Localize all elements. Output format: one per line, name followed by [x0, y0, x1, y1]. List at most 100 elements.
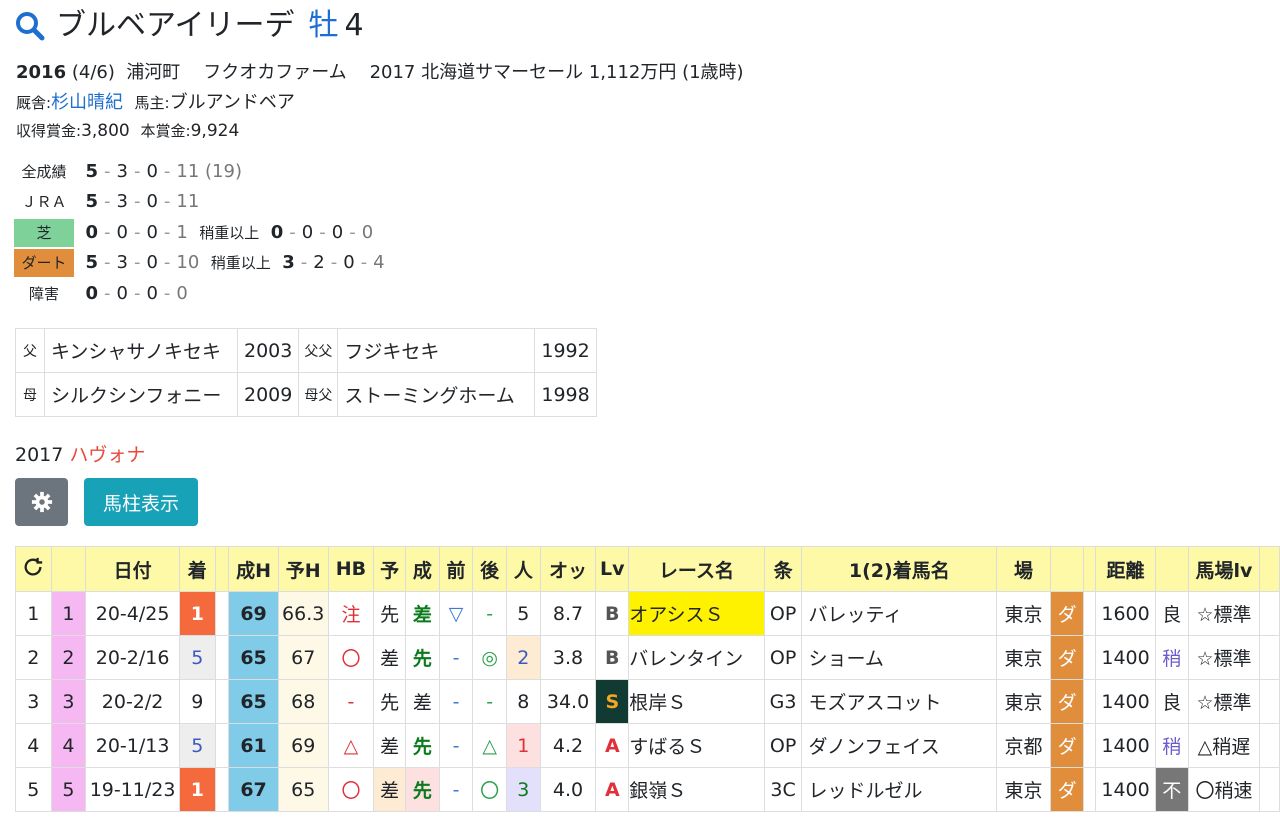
cell-wk: 4 — [50, 723, 87, 768]
cell-ato: ◎ — [472, 635, 508, 680]
cell-winner[interactable]: レッドルゼル — [801, 767, 998, 812]
dam-sire-name: ストーミングホーム — [337, 372, 536, 417]
cell-spacer — [1259, 635, 1280, 680]
cell-race[interactable]: 根岸Ｓ — [628, 679, 765, 724]
cell-yo: 差 — [373, 635, 406, 680]
record-other: 11 — [176, 161, 200, 182]
column-header[interactable]: Lv — [595, 546, 630, 592]
cell-rank: 9 — [179, 679, 216, 724]
region: 浦河町 — [126, 62, 181, 83]
reload-icon[interactable] — [22, 556, 44, 578]
column-header[interactable]: 着 — [179, 546, 216, 592]
cell-going: 良 — [1154, 591, 1189, 636]
column-header[interactable]: 予 — [373, 546, 406, 592]
progeny-name[interactable]: ハヴォナ — [69, 444, 145, 466]
column-header[interactable] — [1154, 546, 1189, 592]
record-second: 0 — [116, 222, 128, 243]
cell-spacer — [214, 767, 230, 812]
cell-ato: 〇 — [472, 767, 508, 812]
reload-header[interactable] — [15, 546, 52, 592]
cell-hb: 〇 — [327, 767, 375, 812]
cell-spacer — [1083, 679, 1097, 724]
cell-winner[interactable]: モズアスコット — [801, 679, 998, 724]
column-header[interactable]: 場 — [996, 546, 1051, 592]
cell-yo: 差 — [373, 723, 406, 768]
cell-dist: 1400 — [1095, 723, 1156, 768]
owner-label: 馬主: — [134, 94, 170, 112]
cell-surf: ダ — [1049, 591, 1085, 636]
record-other: 1 — [176, 222, 188, 243]
column-header[interactable]: オッ — [539, 546, 597, 592]
cell-spacer — [1259, 767, 1280, 812]
column-header[interactable]: HB — [327, 546, 375, 592]
horse-sex: 牡 — [308, 8, 339, 43]
cell-sh: 65 — [228, 679, 279, 724]
column-header[interactable]: 成H — [228, 546, 279, 592]
record-row: 全成績 5-3-0-11 (19) — [14, 158, 242, 186]
cell-race[interactable]: オアシスＳ — [628, 591, 765, 636]
column-header[interactable]: レース名 — [628, 546, 765, 592]
column-header[interactable]: 馬場lv — [1187, 546, 1261, 592]
cell-sei: 先 — [405, 723, 440, 768]
cell-spacer — [1083, 591, 1097, 636]
table-row[interactable]: 5 5 19-11/23 1 67 65 〇差先 - 〇 3 4.0 A 銀嶺Ｓ 3C レッドルゼル 東京ダ 1… — [15, 767, 1280, 812]
cell-race[interactable]: バレンタイン — [628, 635, 765, 680]
column-header[interactable] — [1049, 546, 1085, 592]
cell-pop: 3 — [506, 767, 541, 812]
column-header[interactable]: 距離 — [1095, 546, 1156, 592]
cell-odds: 4.0 — [539, 767, 597, 812]
column-header[interactable]: 日付 — [85, 546, 180, 592]
column-header[interactable]: 後 — [472, 546, 508, 592]
record-label: 芝 — [14, 219, 74, 247]
column-header[interactable] — [50, 546, 87, 592]
cell-rank: 5 — [179, 723, 216, 768]
cell-race[interactable]: すばるＳ — [628, 723, 765, 768]
column-header[interactable]: 成 — [405, 546, 440, 592]
heavy-other: 0 — [361, 222, 374, 243]
cell-cls: OP — [763, 635, 803, 680]
cell-hb: - — [327, 679, 375, 724]
cell-lv: A — [595, 767, 630, 812]
cell-spacer — [1259, 591, 1280, 636]
column-header[interactable]: 予H — [277, 546, 329, 592]
cell-surf: ダ — [1049, 635, 1085, 680]
column-header[interactable]: 人 — [506, 546, 541, 592]
cell-mae: - — [438, 679, 474, 724]
cell-yh: 69 — [277, 723, 329, 768]
cell-date: 20-1/13 — [85, 723, 180, 768]
cell-winner[interactable]: ショーム — [801, 635, 998, 680]
dam-key: 母 — [15, 372, 45, 417]
cell-date: 19-11/23 — [85, 767, 180, 812]
cell-cls: G3 — [763, 679, 803, 724]
cell-race[interactable]: 銀嶺Ｓ — [628, 767, 765, 812]
cell-yh: 65 — [277, 767, 329, 812]
column-header[interactable]: 1(2)着馬名 — [801, 546, 998, 592]
table-header-row: 日付着成H 予H HB 予成前後人オッ Lv レース名条 1(2)着馬名場距離 馬場lv — [15, 546, 1280, 592]
record-second: 3 — [116, 161, 128, 182]
cell-date: 20-4/25 — [85, 591, 180, 636]
table-row[interactable]: 1 1 20-4/25 1 69 66.3 注先差 ▽ -5 8.7 B オアシスＳ OP バレッティ 東京… — [15, 591, 1280, 636]
cell-hb: 注 — [327, 591, 375, 636]
progeny-year: 2017 — [15, 444, 64, 466]
cell-winner[interactable]: バレッティ — [801, 591, 998, 636]
trainer-link[interactable]: 杉山晴紀 — [51, 92, 123, 113]
cell-venue: 東京 — [996, 767, 1051, 812]
column-header[interactable] — [214, 546, 230, 592]
table-row[interactable]: 4 4 20-1/13 5 61 69 △ 差先 - △ 1 4.2 A すばるＳ OP ダノンフェイス 京都ダ… — [15, 723, 1280, 768]
table-row[interactable]: 3 3 20-2/2 9 65 68- 先差 - -8 34.0 S 根岸Ｓ G3 モズアスコット 東京ダ 1… — [15, 679, 1280, 724]
column-view-button[interactable]: 馬柱表示 — [84, 478, 198, 526]
settings-button[interactable] — [15, 478, 68, 526]
cell-pop: 2 — [506, 635, 541, 680]
cell-winner[interactable]: ダノンフェイス — [801, 723, 998, 768]
column-header[interactable]: 条 — [763, 546, 803, 592]
column-header[interactable] — [1083, 546, 1097, 592]
cell-yh: 68 — [277, 679, 329, 724]
cell-sei: 差 — [405, 591, 440, 636]
table-row[interactable]: 2 2 20-2/16 5 65 67 〇差先 - ◎ 2 3.8 B バレンタイン OP ショーム 東京ダ 1… — [15, 635, 1280, 680]
column-header[interactable]: 前 — [438, 546, 474, 592]
heavy-label: 稍重以上 — [199, 224, 260, 242]
cell-blv: ☆標準 — [1187, 635, 1261, 680]
race-table: 日付着成H 予H HB 予成前後人オッ Lv レース名条 1(2)着馬名場距離 馬場lv 11… — [15, 546, 1280, 812]
cell-wk: 3 — [50, 679, 87, 724]
column-header[interactable] — [1259, 546, 1280, 592]
